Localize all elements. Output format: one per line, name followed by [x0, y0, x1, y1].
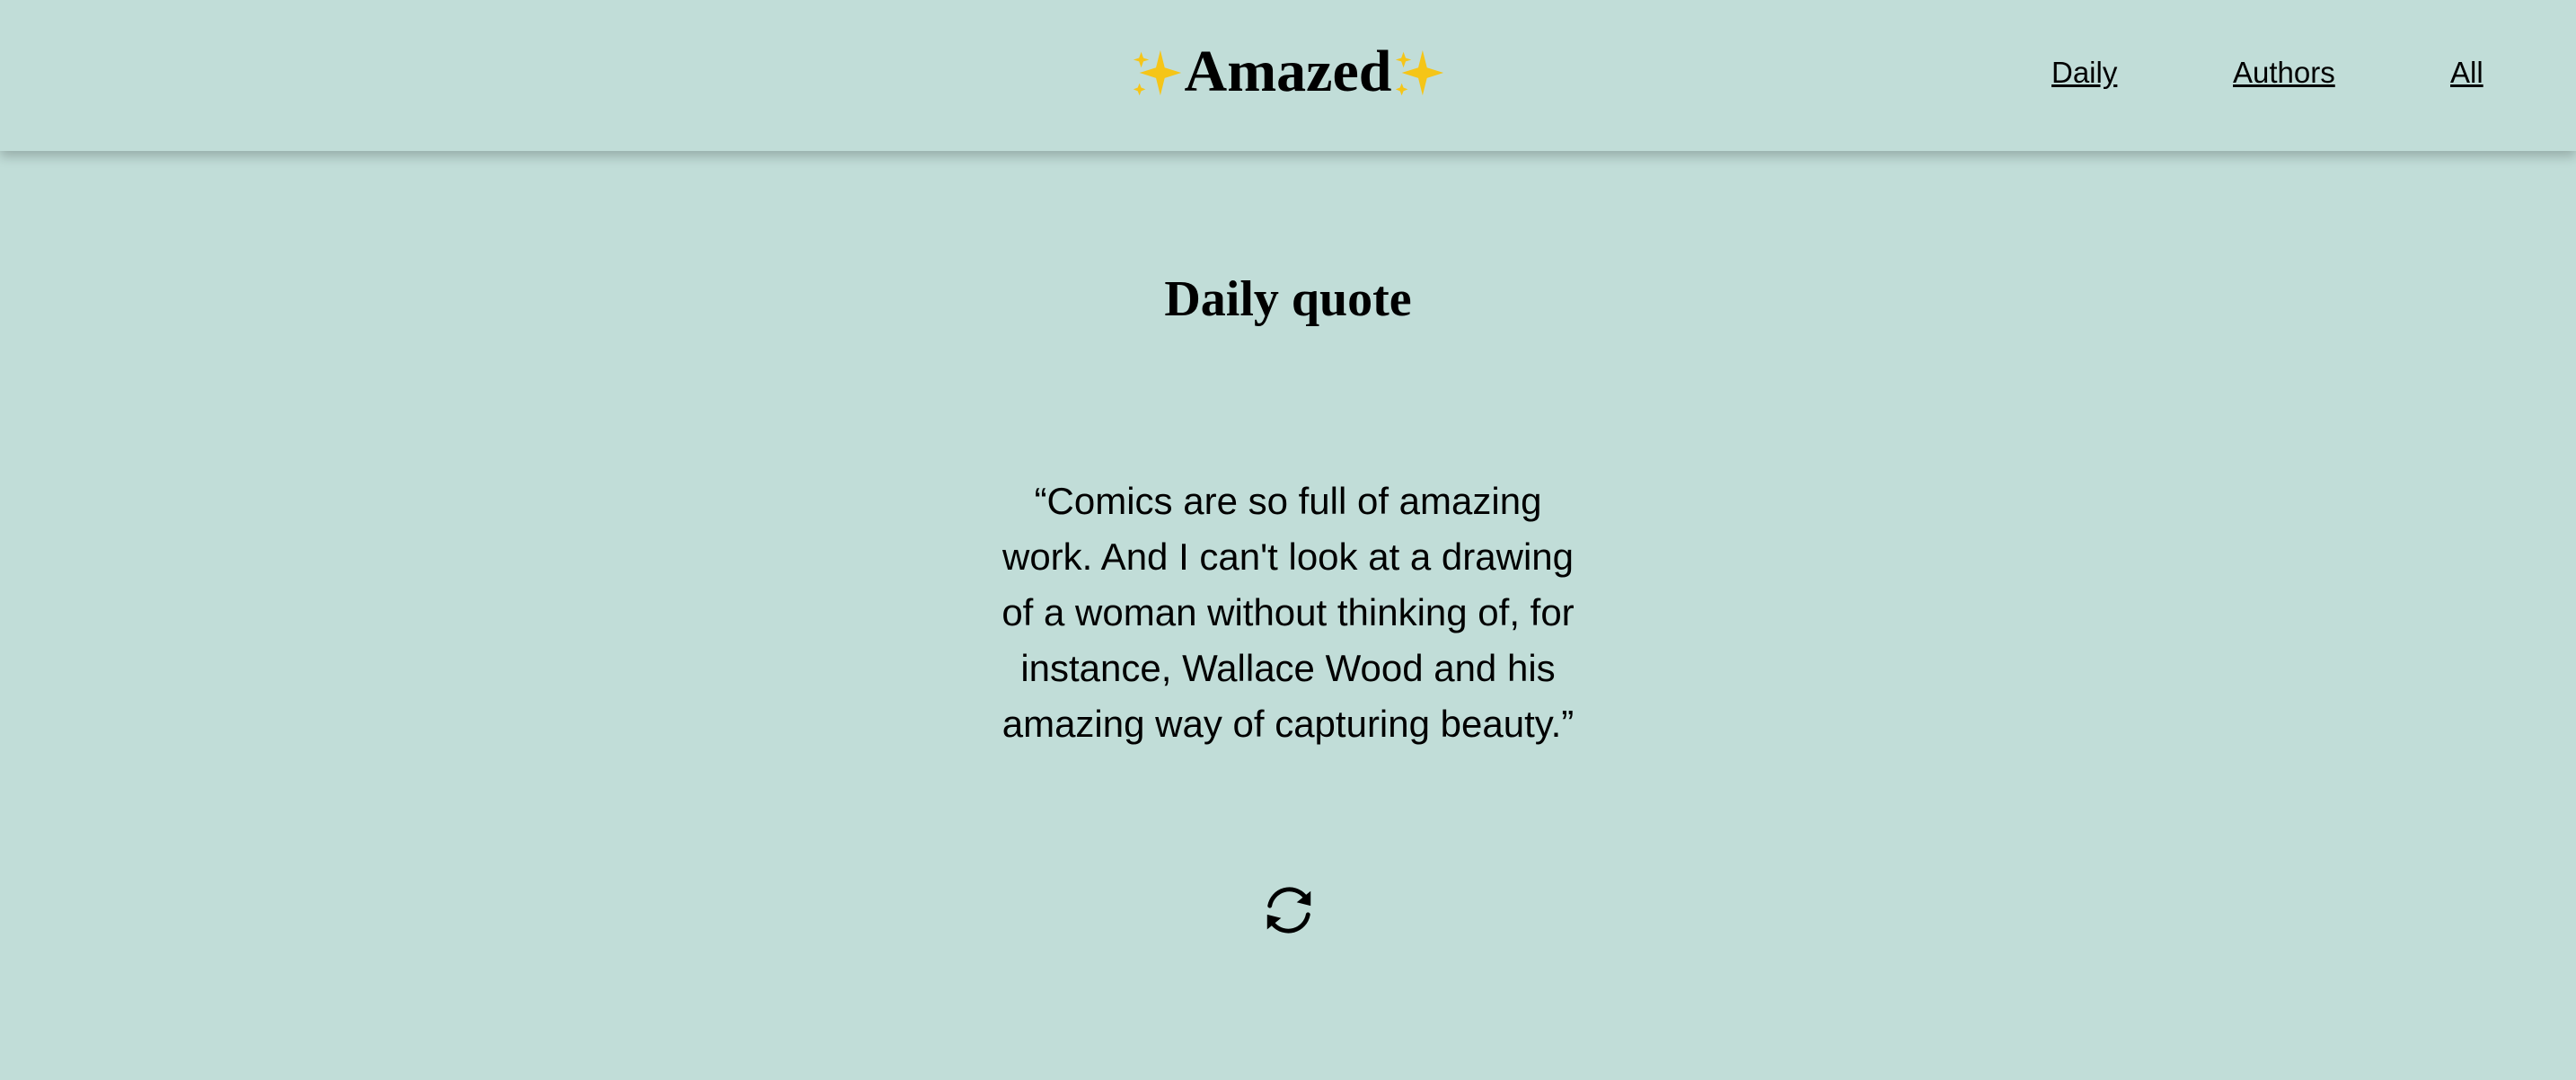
- main-content: Daily quote “Comics are so full of amazi…: [0, 151, 2576, 1080]
- nav-link-all[interactable]: All: [2450, 54, 2483, 92]
- refresh-icon[interactable]: [1261, 882, 1317, 938]
- nav-link-daily[interactable]: Daily: [2051, 54, 2117, 92]
- quote-text: “Comics are so full of amazing work. And…: [1001, 480, 1575, 745]
- nav-link-authors[interactable]: Authors: [2233, 54, 2335, 92]
- top-navbar: Amazed Daily Authors All: [0, 0, 2576, 151]
- site-logo-text: Amazed: [1184, 39, 1392, 104]
- page-title: Daily quote: [1164, 271, 1412, 327]
- sparkles-icon: [1396, 49, 1444, 96]
- sparkles-icon: [1133, 49, 1181, 96]
- site-logo[interactable]: Amazed: [0, 34, 2576, 110]
